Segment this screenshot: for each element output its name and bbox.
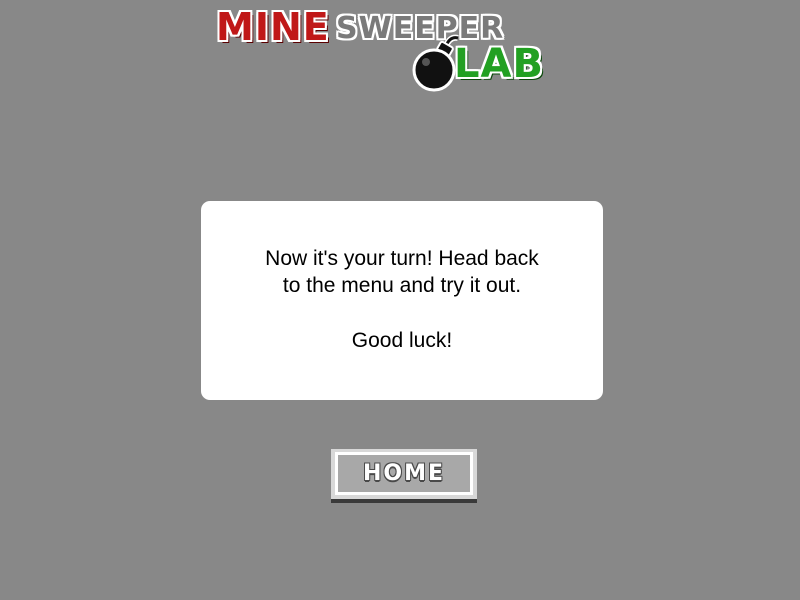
home-button-label: HOME (362, 461, 446, 486)
logo-word-lab: LAB (454, 41, 544, 87)
message-line-3: Good luck! (351, 329, 453, 352)
home-button-face[interactable]: HOME (335, 452, 473, 495)
game-logo: MINE SWEEPER LAB (214, 4, 594, 92)
message-line-2: to the menu and try it out. (282, 274, 522, 297)
home-button[interactable]: HOME (331, 449, 477, 503)
logo-word-mine: MINE (216, 5, 330, 49)
message-card: Now it's your turn! Head back to the men… (201, 201, 603, 400)
message-line-1: Now it's your turn! Head back (265, 247, 539, 270)
game-screen: MINE SWEEPER LAB Now it's your turn! Hea… (0, 0, 800, 600)
